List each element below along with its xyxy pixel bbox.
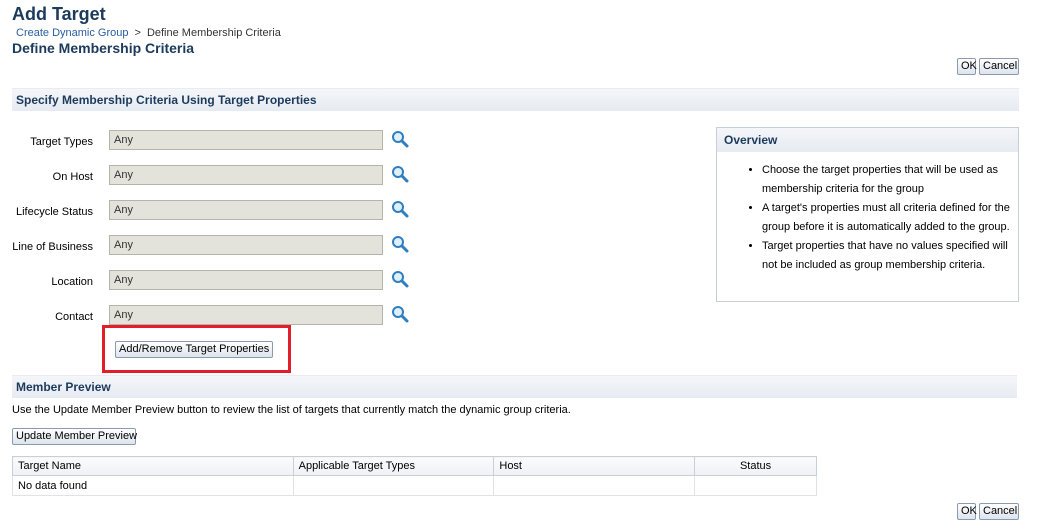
overview-title: Overview [717, 128, 1018, 152]
column-target-name[interactable]: Target Name [12, 456, 294, 476]
target-types-label: Target Types [30, 136, 93, 148]
breadcrumb-separator: > [134, 27, 141, 39]
overview-item: Target properties that have no values sp… [762, 237, 1012, 275]
column-status[interactable]: Status [694, 456, 817, 476]
search-icon[interactable] [390, 269, 410, 289]
table-cell [694, 475, 817, 496]
member-preview-description: Use the Update Member Preview button to … [12, 404, 571, 416]
overview-list: Choose the target properties that will b… [717, 161, 1018, 275]
column-host[interactable]: Host [493, 456, 696, 476]
breadcrumb: Create Dynamic Group > Define Membership C… [16, 27, 281, 39]
contact-field[interactable]: Any [109, 305, 383, 325]
overview-panel: Overview Choose the target properties th… [716, 127, 1019, 302]
table-cell [493, 475, 696, 496]
table-cell [292, 475, 495, 496]
page-subtitle: Define Membership Criteria [12, 40, 195, 56]
ok-button-top[interactable]: OK [957, 58, 977, 75]
location-label: Location [51, 276, 93, 288]
overview-item: Choose the target properties that will b… [762, 161, 1012, 199]
member-preview-header: Member Preview [12, 375, 1017, 398]
search-icon[interactable] [390, 129, 410, 149]
empty-message: No data found [12, 475, 294, 496]
search-icon[interactable] [390, 164, 410, 184]
lifecycle-status-field[interactable]: Any [109, 200, 383, 220]
line-of-business-field[interactable]: Any [109, 235, 383, 255]
highlight-box [102, 325, 291, 373]
location-field[interactable]: Any [109, 270, 383, 290]
search-icon[interactable] [390, 234, 410, 254]
on-host-label: On Host [52, 171, 93, 183]
page-title: Add Target [12, 4, 106, 24]
cancel-button-bottom[interactable]: Cancel [979, 503, 1019, 520]
breadcrumb-link-create-dynamic-group[interactable]: Create Dynamic Group [16, 27, 129, 39]
table-row: No data found [12, 475, 817, 496]
member-preview-table: Target Name Applicable Target Types Host… [12, 456, 817, 496]
on-host-field[interactable]: Any [109, 165, 383, 185]
contact-label: Contact [55, 311, 93, 323]
search-icon[interactable] [390, 199, 410, 219]
target-types-field[interactable]: Any [109, 130, 383, 150]
update-member-preview-button[interactable]: Update Member Preview [12, 428, 137, 445]
cancel-button-top[interactable]: Cancel [979, 58, 1019, 75]
criteria-section-header: Specify Membership Criteria Using Target… [12, 88, 1019, 111]
overview-item: A target's properties must all criteria … [762, 199, 1012, 237]
ok-button-bottom[interactable]: OK [957, 503, 977, 520]
line-of-business-label: Line of Business [12, 241, 93, 253]
breadcrumb-current: Define Membership Criteria [146, 27, 281, 39]
search-icon[interactable] [390, 304, 410, 324]
table-header-row: Target Name Applicable Target Types Host… [12, 456, 817, 476]
column-applicable-target-types[interactable]: Applicable Target Types [292, 456, 495, 476]
lifecycle-status-label: Lifecycle Status [15, 206, 93, 218]
